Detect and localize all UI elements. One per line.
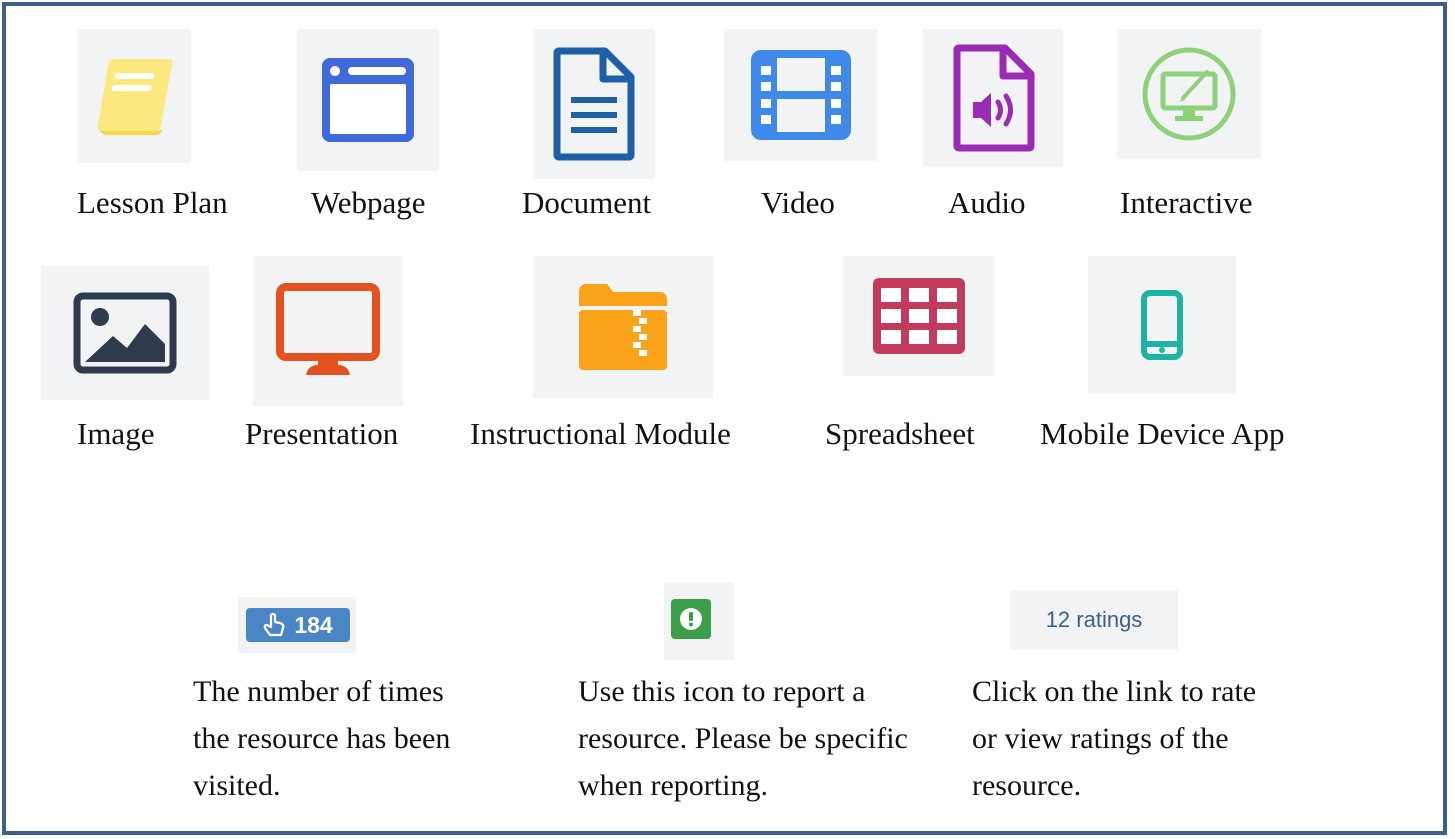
- image-label: Image: [77, 416, 155, 451]
- report-button[interactable]: [671, 599, 711, 639]
- webpage-tile: [297, 29, 439, 171]
- mobile-device-app-tile: [1088, 256, 1236, 394]
- browser-window-icon: [322, 58, 414, 142]
- ratings-tile: 12 ratings: [1010, 590, 1178, 650]
- pointer-hand-icon: [263, 613, 285, 637]
- document-tile: [533, 29, 655, 179]
- presentation-tile: [253, 256, 403, 406]
- presentation-label: Presentation: [245, 416, 399, 451]
- interactive-monitor-icon: [1142, 47, 1236, 141]
- spreadsheet-icon: [873, 278, 965, 354]
- lesson-plan-label: Lesson Plan: [77, 185, 228, 220]
- document-icon: [553, 47, 635, 161]
- image-icon: [73, 292, 177, 374]
- video-tile: [724, 29, 877, 161]
- image-tile: [41, 266, 209, 400]
- ratings-description: Click on the link to rate or view rating…: [972, 675, 1257, 802]
- interactive-label: Interactive: [1120, 185, 1253, 220]
- visits-badge-tile: 184: [238, 597, 356, 653]
- webpage-label: Webpage: [311, 185, 426, 220]
- book-icon: [97, 59, 173, 135]
- instructional-module-tile: [533, 256, 713, 398]
- film-icon: [750, 50, 851, 140]
- instructional-module-label: Instructional Module: [470, 416, 731, 451]
- zip-folder-icon: [579, 284, 667, 370]
- mobile-phone-icon: [1141, 290, 1183, 360]
- audio-file-icon: [953, 44, 1035, 152]
- visits-badge[interactable]: 184: [246, 608, 350, 642]
- visits-count: 184: [294, 611, 333, 638]
- report-tile: [664, 582, 734, 660]
- exclamation-icon: [680, 608, 702, 630]
- visits-description: The number of times the resource has bee…: [193, 675, 451, 802]
- mobile-device-app-label: Mobile Device App: [1040, 416, 1285, 451]
- ratings-link[interactable]: 12 ratings: [1010, 590, 1178, 650]
- spreadsheet-label: Spreadsheet: [825, 416, 975, 451]
- spreadsheet-tile: [843, 256, 995, 376]
- audio-label: Audio: [948, 185, 1026, 220]
- interactive-tile: [1117, 29, 1261, 159]
- lesson-plan-tile: [77, 29, 191, 163]
- audio-tile: [923, 29, 1063, 167]
- monitor-icon: [276, 283, 380, 375]
- video-label: Video: [761, 185, 835, 220]
- report-description: Use this icon to report a resource. Plea…: [578, 675, 908, 802]
- document-label: Document: [522, 185, 652, 220]
